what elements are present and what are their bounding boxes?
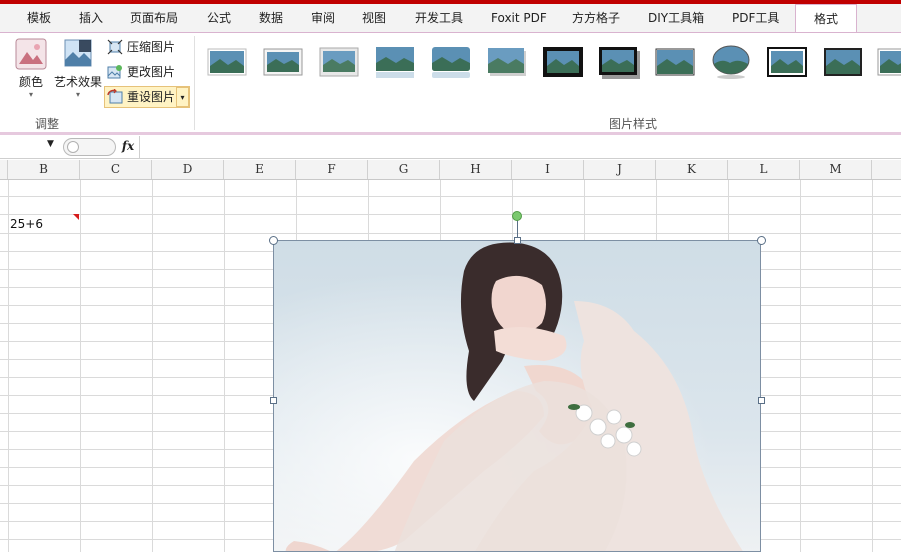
tab-page-layout[interactable]: 页面布局 xyxy=(130,4,178,32)
color-icon xyxy=(15,38,47,70)
compress-pictures-button[interactable]: 压缩图片 xyxy=(105,37,175,57)
column-header-row: B C D E F G H I J K L M xyxy=(0,160,901,180)
style-partial-frame-icon[interactable] xyxy=(876,44,901,80)
style-soft-edge-icon[interactable] xyxy=(262,44,304,80)
column-header-c[interactable]: C xyxy=(80,160,152,179)
column-header-h[interactable]: H xyxy=(440,160,512,179)
tab-format[interactable]: 格式 xyxy=(795,4,857,34)
tab-foxit-pdf[interactable]: Foxit PDF xyxy=(491,4,547,32)
compress-icon xyxy=(107,39,123,55)
style-oval-icon[interactable] xyxy=(710,44,752,80)
inserted-picture[interactable] xyxy=(273,240,761,552)
formula-bar-expander[interactable] xyxy=(63,138,116,156)
resize-handle-top-center[interactable] xyxy=(514,237,521,244)
picture-styles-group-label: 图片样式 xyxy=(609,117,658,131)
column-header-j[interactable]: J xyxy=(584,160,656,179)
column-header-next[interactable] xyxy=(872,160,901,179)
row-header-corner[interactable] xyxy=(0,160,8,179)
adjust-group-label: 调整 xyxy=(35,117,60,131)
tab-data[interactable]: 数据 xyxy=(259,4,283,32)
column-header-g[interactable]: G xyxy=(368,160,440,179)
art-effects-button[interactable]: 艺术效果 ▾ xyxy=(52,38,104,99)
formula-divider xyxy=(139,136,140,158)
name-box-dropdown-icon[interactable]: ▼ xyxy=(47,139,54,149)
column-header-d[interactable]: D xyxy=(152,160,224,179)
photo-image xyxy=(274,241,760,551)
style-bevel-icon[interactable] xyxy=(318,44,360,80)
color-button[interactable]: 颜色 ▾ xyxy=(12,38,50,99)
resize-handle-middle-left[interactable] xyxy=(270,397,277,404)
art-effects-icon xyxy=(64,39,92,67)
style-simple-frame-icon[interactable] xyxy=(206,44,248,80)
style-reflected-icon[interactable] xyxy=(374,44,416,80)
style-dark-frame-icon[interactable] xyxy=(822,44,864,80)
tab-formulas[interactable]: 公式 xyxy=(207,4,231,32)
style-double-frame-icon[interactable] xyxy=(766,44,808,80)
column-header-l[interactable]: L xyxy=(728,160,800,179)
column-header-f[interactable]: F xyxy=(296,160,368,179)
column-header-e[interactable]: E xyxy=(224,160,296,179)
tab-review[interactable]: 审阅 xyxy=(311,4,335,32)
tab-insert[interactable]: 插入 xyxy=(79,4,103,32)
tab-template[interactable]: 模板 xyxy=(27,4,51,32)
insert-function-button[interactable]: fx xyxy=(117,136,139,156)
art-effects-dropdown-icon: ▾ xyxy=(75,90,80,99)
style-thin-frame-icon[interactable] xyxy=(654,44,696,80)
reset-picture-icon xyxy=(107,89,123,104)
color-label: 颜色 xyxy=(18,75,43,89)
resize-handle-top-left[interactable] xyxy=(269,236,278,245)
color-dropdown-icon: ▾ xyxy=(28,90,33,99)
tab-diy-toolbox[interactable]: DIY工具箱 xyxy=(648,4,704,32)
cell-b-formula-text[interactable]: 25+6 xyxy=(10,217,43,231)
tab-pdf-tools[interactable]: PDF工具 xyxy=(732,4,779,32)
comment-indicator-icon xyxy=(73,214,79,220)
expander-knob-icon xyxy=(67,141,79,153)
reset-label: 重设图片 xyxy=(127,90,176,104)
rotate-handle[interactable] xyxy=(512,211,522,221)
reset-dropdown-icon[interactable]: ▾ xyxy=(176,87,189,107)
change-label: 更改图片 xyxy=(127,65,176,79)
change-picture-icon xyxy=(107,65,122,79)
resize-handle-middle-right[interactable] xyxy=(758,397,765,404)
ribbon-bottom-border xyxy=(0,132,901,135)
ribbon-tab-bar: 模板 插入 页面布局 公式 数据 审阅 视图 开发工具 Foxit PDF 方方… xyxy=(0,4,901,34)
resize-handle-top-right[interactable] xyxy=(757,236,766,245)
column-header-i[interactable]: I xyxy=(512,160,584,179)
tab-developer[interactable]: 开发工具 xyxy=(415,4,463,32)
formula-input[interactable] xyxy=(142,138,897,156)
tab-view[interactable]: 视图 xyxy=(362,4,386,32)
style-black-shadow-frame-icon[interactable] xyxy=(598,44,640,80)
column-header-m[interactable]: M xyxy=(800,160,872,179)
group-divider xyxy=(194,36,195,130)
art-effects-label: 艺术效果 xyxy=(53,75,102,89)
style-rounded-reflected-icon[interactable] xyxy=(430,44,472,80)
style-soft-shadow-icon[interactable] xyxy=(486,44,528,80)
rotate-handle-stem xyxy=(517,219,518,237)
column-header-b[interactable]: B xyxy=(8,160,80,179)
tab-fangfang[interactable]: 方方格子 xyxy=(572,4,620,32)
formula-bar: ▼ fx xyxy=(0,136,901,159)
fx-label: fx xyxy=(121,139,135,153)
column-header-k[interactable]: K xyxy=(656,160,728,179)
style-thick-black-frame-icon[interactable] xyxy=(542,44,584,80)
compress-label: 压缩图片 xyxy=(127,40,176,54)
change-picture-button[interactable]: 更改图片 xyxy=(105,62,175,82)
